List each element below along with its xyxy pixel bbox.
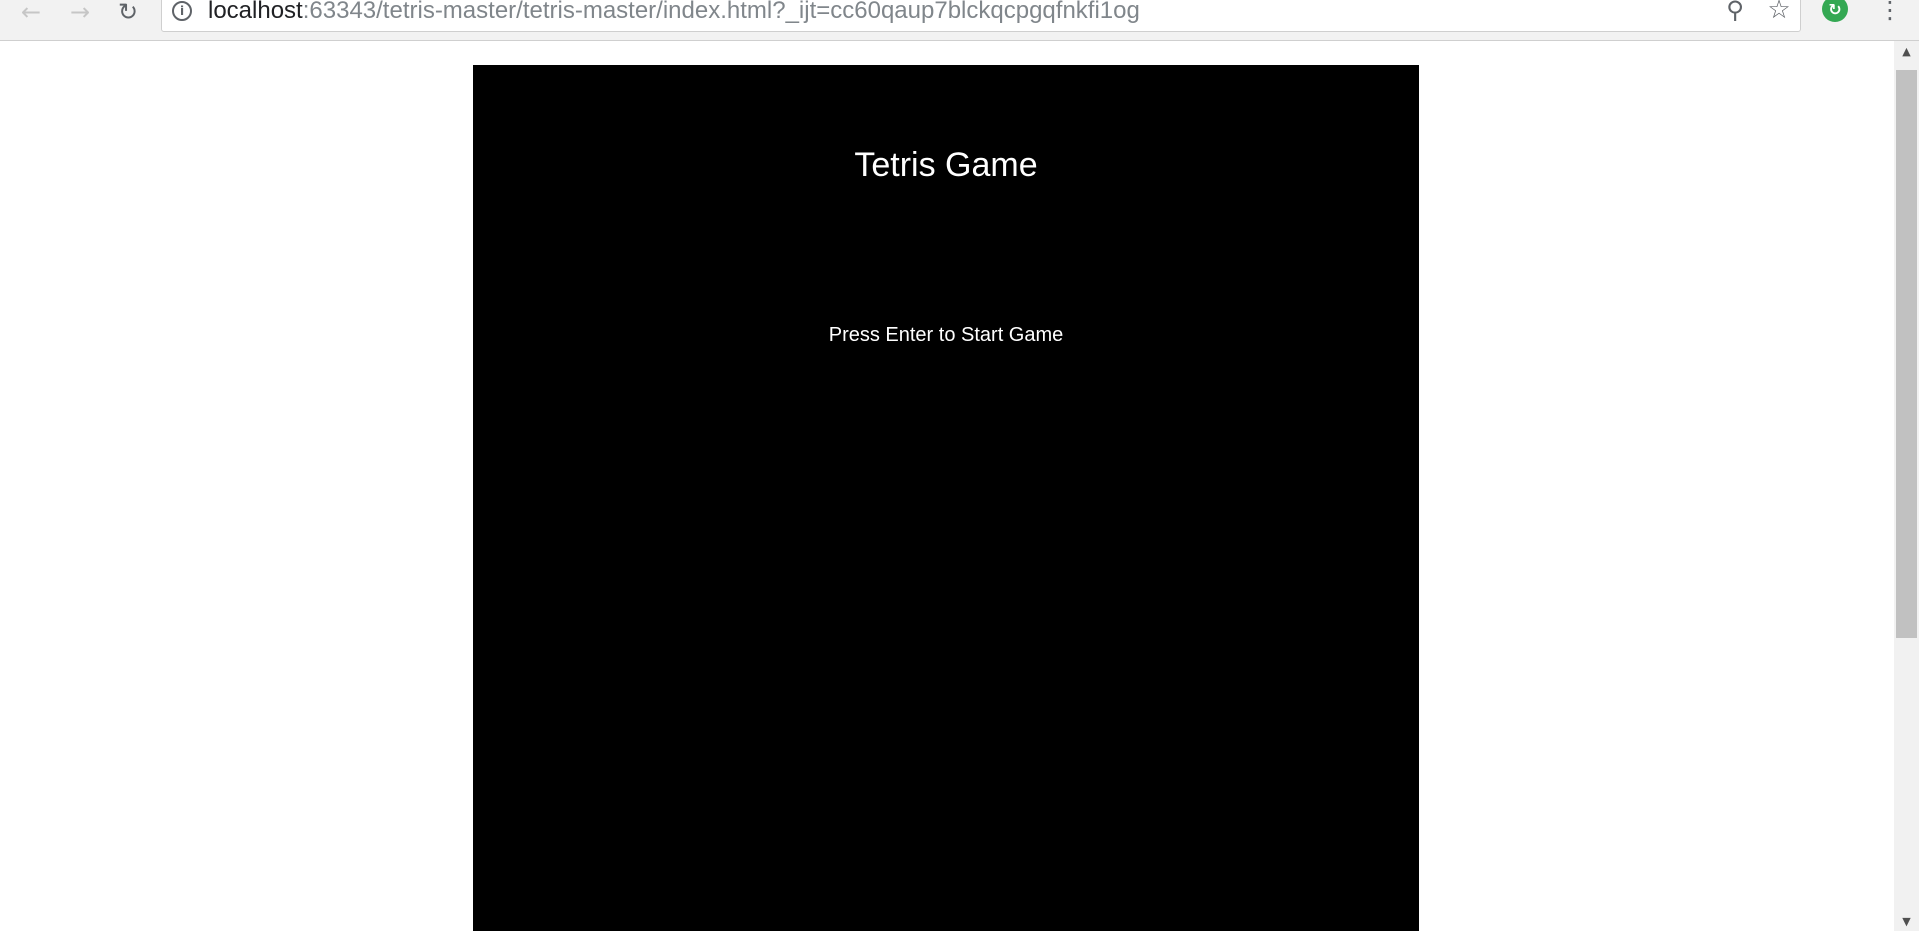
start-prompt: Press Enter to Start Game bbox=[828, 324, 1064, 346]
browser-toolbar: ← → ↻ i localhost:63343/tetris-master/te… bbox=[0, 0, 1919, 41]
page-viewport: Tetris Game Press Enter to Start Game bbox=[0, 41, 1919, 931]
browser-menu-icon[interactable]: ⋮ bbox=[1878, 0, 1902, 26]
bookmark-star-icon[interactable]: ☆ bbox=[1762, 0, 1796, 27]
url-path: :63343/tetris-master/tetris-master/index… bbox=[302, 0, 1140, 24]
url-text[interactable]: localhost:63343/tetris-master/tetris-mas… bbox=[208, 0, 1140, 25]
site-info-icon[interactable]: i bbox=[172, 1, 192, 21]
url-host: localhost bbox=[208, 0, 303, 24]
back-button[interactable]: ← bbox=[16, 0, 46, 24]
scrollbar-thumb[interactable] bbox=[1896, 70, 1917, 638]
scroll-down-arrow[interactable]: ▼ bbox=[1894, 911, 1919, 931]
forward-button[interactable]: → bbox=[65, 0, 95, 24]
game-title: Tetris Game bbox=[854, 146, 1038, 184]
extension-icon[interactable]: ↻ bbox=[1822, 0, 1848, 22]
scroll-up-arrow[interactable]: ▲ bbox=[1894, 41, 1919, 61]
zoom-icon[interactable]: ⚲ bbox=[1718, 0, 1752, 27]
reload-button[interactable]: ↻ bbox=[113, 0, 143, 24]
address-bar[interactable]: i localhost:63343/tetris-master/tetris-m… bbox=[161, 0, 1801, 32]
arrow-left-icon: ← bbox=[20, 0, 42, 26]
reload-icon: ↻ bbox=[117, 0, 139, 26]
arrow-right-icon: → bbox=[69, 0, 91, 26]
vertical-scrollbar[interactable]: ▲ ▼ bbox=[1894, 41, 1919, 931]
game-canvas[interactable]: Tetris Game Press Enter to Start Game bbox=[473, 65, 1419, 931]
